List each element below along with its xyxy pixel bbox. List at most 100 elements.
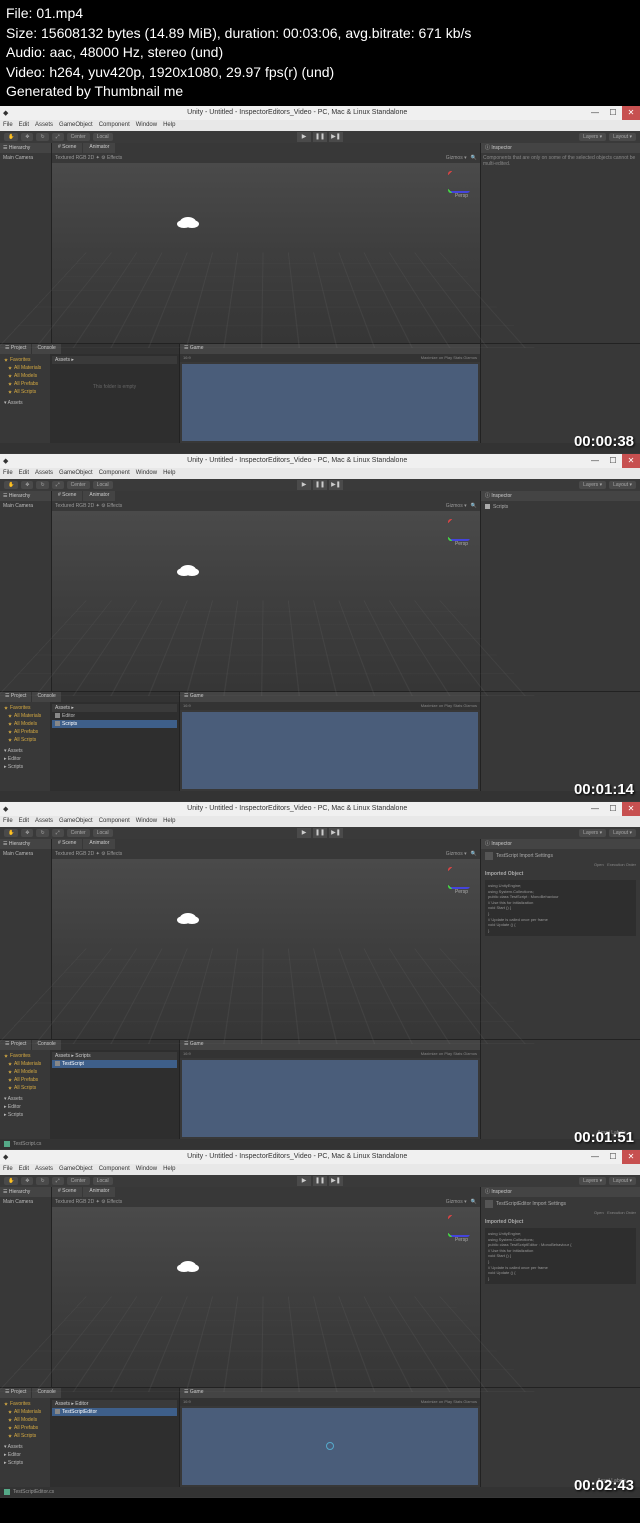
close-button[interactable]: ✕: [622, 454, 640, 468]
favorite-item[interactable]: All Prefabs: [2, 728, 48, 736]
maximize-button[interactable]: ☐: [604, 802, 622, 816]
menu-item[interactable]: File: [3, 1166, 13, 1172]
scene-tab[interactable]: # Scene: [52, 1187, 82, 1197]
pivot-toggle[interactable]: Center: [67, 133, 90, 141]
game-view[interactable]: [182, 364, 478, 441]
aspect-dropdown[interactable]: 16:9: [183, 355, 191, 361]
favorite-item[interactable]: All Materials: [2, 364, 48, 372]
menu-item[interactable]: File: [3, 818, 13, 824]
menu-item[interactable]: Component: [99, 1166, 130, 1172]
favorites-header[interactable]: Favorites: [2, 356, 48, 364]
favorite-item[interactable]: All Scripts: [2, 1084, 48, 1092]
hierarchy-tab[interactable]: ☰ Hierarchy: [0, 839, 51, 849]
menu-item[interactable]: Help: [163, 1166, 175, 1172]
favorite-item[interactable]: All Models: [2, 1068, 48, 1076]
hierarchy-item[interactable]: Main Camera: [0, 153, 51, 163]
close-button[interactable]: ✕: [622, 802, 640, 816]
pivot-toggle[interactable]: Center: [67, 1177, 90, 1185]
scale-tool[interactable]: ⤢: [52, 133, 64, 141]
pause-button[interactable]: ❚❚: [313, 1176, 327, 1186]
animator-tab[interactable]: Animator: [83, 839, 115, 849]
hand-tool[interactable]: ✋: [4, 829, 18, 837]
scene-tab[interactable]: # Scene: [52, 143, 82, 153]
layout-dropdown[interactable]: Layout ▾: [609, 829, 636, 837]
play-button[interactable]: ▶: [297, 132, 311, 142]
game-view[interactable]: [182, 1408, 478, 1485]
local-toggle[interactable]: Local: [93, 829, 113, 837]
hierarchy-tab[interactable]: ☰ Hierarchy: [0, 1187, 51, 1197]
hierarchy-item[interactable]: Main Camera: [0, 501, 51, 511]
favorite-item[interactable]: All Prefabs: [2, 380, 48, 388]
scene-toolbar[interactable]: Textured RGB 2D ✦ ⚙ EffectsGizmos ▾ 🔍: [52, 1197, 480, 1207]
menu-item[interactable]: Help: [163, 818, 175, 824]
favorite-item[interactable]: All Models: [2, 1416, 48, 1424]
scene-tab[interactable]: # Scene: [52, 839, 82, 849]
play-button[interactable]: ▶: [297, 1176, 311, 1186]
aspect-dropdown[interactable]: 16:9: [183, 1051, 191, 1057]
minimize-button[interactable]: —: [586, 106, 604, 120]
game-options[interactable]: Maximize on Play Stats Gizmos: [421, 703, 477, 709]
move-tool[interactable]: ✥: [21, 481, 33, 489]
minimize-button[interactable]: —: [586, 454, 604, 468]
breadcrumb[interactable]: Assets ▸ Editor: [52, 1400, 177, 1408]
animator-tab[interactable]: Animator: [83, 491, 115, 501]
play-button[interactable]: ▶: [297, 828, 311, 838]
tree-folder[interactable]: ▸ Editor: [2, 1451, 48, 1459]
view-gizmo[interactable]: [448, 1215, 470, 1237]
minimize-button[interactable]: —: [586, 802, 604, 816]
scene-toolbar[interactable]: Textured RGB 2D ✦ ⚙ EffectsGizmos ▾ 🔍: [52, 153, 480, 163]
hierarchy-item[interactable]: Main Camera: [0, 1197, 51, 1207]
menu-item[interactable]: Assets: [35, 122, 53, 128]
inspector-tab[interactable]: ⓘ Inspector: [481, 143, 640, 153]
view-gizmo[interactable]: [448, 171, 470, 193]
breadcrumb[interactable]: Assets ▸: [52, 704, 177, 712]
maximize-button[interactable]: ☐: [604, 106, 622, 120]
layers-dropdown[interactable]: Layers ▾: [579, 1177, 606, 1185]
pause-button[interactable]: ❚❚: [313, 480, 327, 490]
tree-folder[interactable]: ▸ Scripts: [2, 763, 48, 771]
menu-item[interactable]: Component: [99, 818, 130, 824]
game-options[interactable]: Maximize on Play Stats Gizmos: [421, 1051, 477, 1057]
file-item[interactable]: Scripts: [52, 720, 177, 728]
hierarchy-tab[interactable]: ☰ Hierarchy: [0, 143, 51, 153]
menu-item[interactable]: Help: [163, 122, 175, 128]
view-gizmo[interactable]: [448, 519, 470, 541]
game-options[interactable]: Maximize on Play Stats Gizmos: [421, 355, 477, 361]
aspect-dropdown[interactable]: 16:9: [183, 703, 191, 709]
file-item[interactable]: Editor: [52, 712, 177, 720]
maximize-button[interactable]: ☐: [604, 454, 622, 468]
menu-item[interactable]: Window: [136, 122, 157, 128]
scene-view[interactable]: Persp: [52, 511, 480, 691]
hand-tool[interactable]: ✋: [4, 1177, 18, 1185]
animator-tab[interactable]: Animator: [83, 1187, 115, 1197]
hand-tool[interactable]: ✋: [4, 481, 18, 489]
minimize-button[interactable]: —: [586, 1150, 604, 1164]
scene-object[interactable]: [180, 565, 196, 575]
maximize-button[interactable]: ☐: [604, 1150, 622, 1164]
inspector-tab[interactable]: ⓘ Inspector: [481, 839, 640, 849]
scene-view[interactable]: Persp: [52, 163, 480, 343]
game-view[interactable]: [182, 712, 478, 789]
step-button[interactable]: ▶❚: [329, 480, 343, 490]
favorites-header[interactable]: Favorites: [2, 1052, 48, 1060]
pivot-toggle[interactable]: Center: [67, 481, 90, 489]
rotate-tool[interactable]: ↻: [36, 1177, 48, 1185]
close-button[interactable]: ✕: [622, 106, 640, 120]
move-tool[interactable]: ✥: [21, 133, 33, 141]
menu-item[interactable]: Component: [99, 470, 130, 476]
favorite-item[interactable]: All Materials: [2, 1060, 48, 1068]
menu-item[interactable]: GameObject: [59, 122, 93, 128]
scale-tool[interactable]: ⤢: [52, 481, 64, 489]
animator-tab[interactable]: Animator: [83, 143, 115, 153]
layout-dropdown[interactable]: Layout ▾: [609, 481, 636, 489]
assets-root[interactable]: ▾ Assets: [2, 1095, 48, 1103]
menu-item[interactable]: Edit: [19, 1166, 29, 1172]
tree-folder[interactable]: ▸ Scripts: [2, 1111, 48, 1119]
layout-dropdown[interactable]: Layout ▾: [609, 1177, 636, 1185]
menu-item[interactable]: File: [3, 470, 13, 476]
scene-tab[interactable]: # Scene: [52, 491, 82, 501]
scene-toolbar[interactable]: Textured RGB 2D ✦ ⚙ EffectsGizmos ▾ 🔍: [52, 849, 480, 859]
pivot-toggle[interactable]: Center: [67, 829, 90, 837]
menu-item[interactable]: File: [3, 122, 13, 128]
move-tool[interactable]: ✥: [21, 1177, 33, 1185]
